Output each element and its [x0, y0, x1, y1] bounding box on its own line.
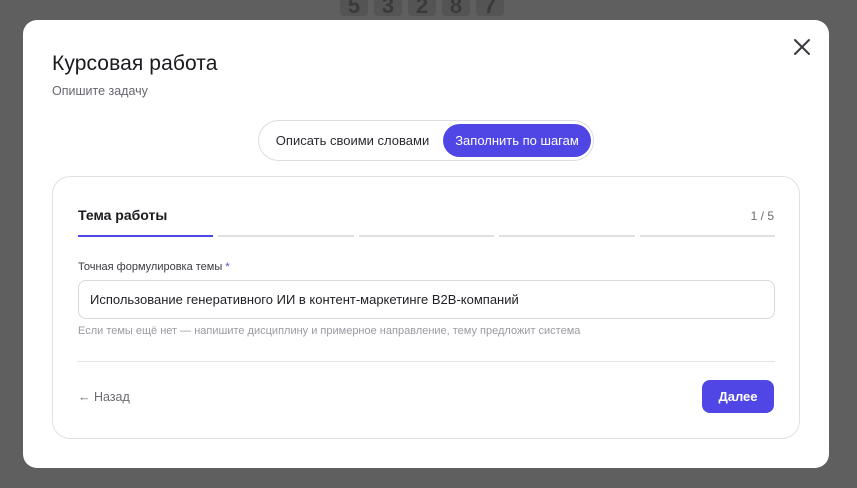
progress-segment — [78, 235, 214, 237]
step-progress — [78, 235, 776, 237]
background-digit: 8 — [442, 0, 470, 18]
topic-field-label: Точная формулировка темы * — [78, 261, 230, 273]
progress-segment — [358, 235, 495, 237]
topic-hint: Если темы ещё нет — напишите дисциплину … — [78, 325, 581, 337]
step-card: Тема работы 1 / 5 Точная формулировка те… — [52, 176, 800, 439]
background-counter: 5 3 2 8 7 — [340, 0, 504, 18]
divider — [78, 361, 775, 362]
modal-title: Курсовая работа — [52, 52, 218, 75]
background-digit: 5 — [340, 0, 368, 18]
mode-step-by-step-button[interactable]: Заполнить по шагам — [443, 124, 591, 157]
mode-free-text-button[interactable]: Описать своими словами — [262, 124, 443, 157]
modal-subtitle: Опишите задачу — [52, 84, 148, 98]
coursework-modal: Курсовая работа Опишите задачу Описать с… — [23, 20, 829, 468]
progress-segment — [639, 235, 776, 237]
back-button[interactable]: ← Назад — [78, 390, 130, 404]
background-digit: 7 — [476, 0, 504, 18]
step-title: Тема работы — [78, 207, 168, 223]
background-digit: 3 — [374, 0, 402, 18]
background-digit: 2 — [408, 0, 436, 18]
topic-input[interactable] — [78, 280, 775, 319]
progress-segment — [499, 235, 635, 237]
step-counter: 1 / 5 — [750, 209, 774, 223]
close-icon[interactable] — [791, 36, 813, 58]
mode-toggle: Описать своими словами Заполнить по шага… — [258, 120, 594, 161]
progress-segment — [218, 235, 354, 237]
next-button[interactable]: Далее — [702, 380, 774, 413]
required-mark: * — [225, 261, 230, 273]
topic-field-label-text: Точная формулировка темы — [78, 261, 223, 273]
